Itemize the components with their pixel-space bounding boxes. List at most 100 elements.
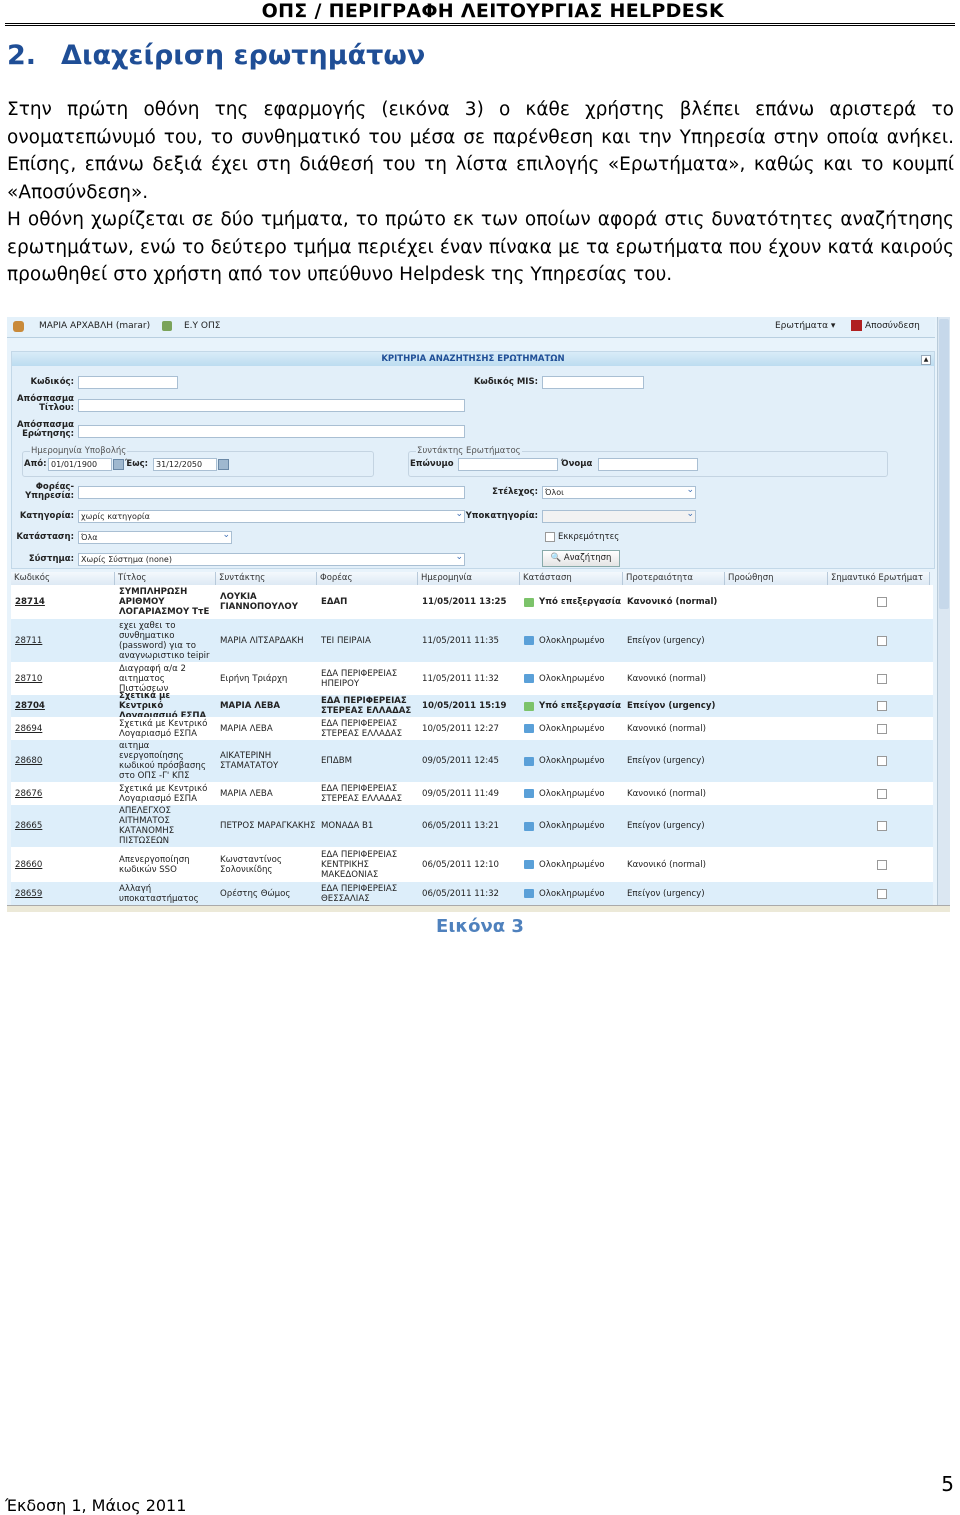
column-header[interactable]: Προτεραιότητα bbox=[623, 572, 725, 585]
title-text: ΣΥΜΠΛΗΡΩΣΗ ΑΡΙΘΜΟΥ ΛΟΓΑΡΙΑΣΜΟΥ ΤτΕ bbox=[119, 587, 210, 617]
category-select[interactable]: χωρίς κατηγορία bbox=[78, 509, 465, 523]
important-checkbox[interactable] bbox=[877, 821, 887, 831]
priority-text: Επείγον (urgency) bbox=[627, 756, 705, 766]
table-row[interactable]: 28659 Αλλαγή υποκαταστήματος Ορέστης Θώμος… bbox=[11, 882, 933, 905]
important-checkbox[interactable] bbox=[877, 756, 887, 766]
cell-status: Ολοκληρωμένο bbox=[524, 717, 622, 740]
from-date-input[interactable]: 01/01/1900 bbox=[48, 458, 112, 471]
code-text[interactable]: 28665 bbox=[15, 821, 42, 831]
author-text: ΜΑΡΙΑ ΛΕΒΑ bbox=[220, 723, 273, 734]
column-header[interactable]: Κωδικός bbox=[11, 572, 115, 585]
column-header[interactable]: Φορέας bbox=[317, 572, 418, 585]
surname-input[interactable] bbox=[458, 458, 558, 471]
code-text[interactable]: 28680 bbox=[15, 756, 42, 766]
cell-code[interactable]: 28659 bbox=[15, 882, 114, 905]
code-text[interactable]: 28660 bbox=[15, 860, 42, 870]
cell-status: Ολοκληρωμένο bbox=[524, 847, 622, 882]
cell-code[interactable]: 28665 bbox=[15, 805, 114, 847]
column-header[interactable]: Σημαντικό Ερωτήματ bbox=[828, 572, 930, 585]
cell-code[interactable]: 28660 bbox=[15, 847, 114, 882]
cell-priority: Επείγον (urgency) bbox=[627, 740, 724, 782]
agency-input[interactable] bbox=[78, 486, 465, 499]
important-checkbox[interactable] bbox=[877, 635, 887, 646]
cell-important bbox=[877, 805, 887, 847]
user-service: Ε.Υ ΟΠΣ bbox=[184, 321, 221, 331]
column-header[interactable]: Κατάσταση bbox=[520, 572, 623, 585]
search-button[interactable]: 🔍 Αναζήτηση bbox=[542, 550, 620, 567]
cell-status: Ολοκληρωμένο bbox=[524, 740, 622, 782]
questions-menu[interactable]: Ερωτήματα ▾ bbox=[775, 321, 835, 331]
calendar-icon[interactable] bbox=[113, 459, 124, 470]
important-checkbox[interactable] bbox=[877, 597, 887, 607]
system-select[interactable]: Χωρίς Σύστημα (none) bbox=[78, 552, 465, 566]
status-flag-icon bbox=[524, 701, 534, 711]
table-row[interactable]: 28665 ΑΠΕΛΕΓΧΟΣ ΑΙΤΗΜΑΤΟΣ ΚΑΤΑΝΟΜΗΣ ΠΙΣΤΩ… bbox=[11, 805, 933, 847]
important-checkbox[interactable] bbox=[877, 859, 887, 870]
cell-code[interactable]: 28711 bbox=[15, 619, 114, 662]
column-header[interactable]: Ημερομηνία bbox=[418, 572, 520, 585]
table-row[interactable]: 28714 ΣΥΜΠΛΗΡΩΣΗ ΑΡΙΘΜΟΥ ΛΟΓΑΡΙΑΣΜΟΥ ΤτΕ Λ… bbox=[11, 585, 933, 619]
column-header[interactable]: Προώθηση bbox=[725, 572, 828, 585]
important-checkbox[interactable] bbox=[877, 788, 887, 799]
title-excerpt-input[interactable] bbox=[78, 399, 465, 412]
mis-input[interactable] bbox=[542, 376, 644, 389]
important-checkbox[interactable] bbox=[877, 673, 887, 684]
code-text[interactable]: 28676 bbox=[15, 789, 42, 799]
question-excerpt-label: Απόσπασμα Ερώτησης: bbox=[16, 420, 74, 439]
status-text: Ολοκληρωμένο bbox=[539, 788, 605, 799]
name-input[interactable] bbox=[598, 458, 698, 471]
scrollbar[interactable] bbox=[937, 317, 950, 907]
important-checkbox[interactable] bbox=[877, 888, 887, 899]
table-row[interactable]: 28660 Απενεργοποίηση κωδικών SSO Κωνσταντί… bbox=[11, 847, 933, 882]
cell-code[interactable]: 28694 bbox=[15, 717, 114, 740]
cell-author: ΠΕΤΡΟΣ ΜΑΡΑΓΚΑΚΗΣ bbox=[220, 805, 316, 847]
date-text: 06/05/2011 11:32 bbox=[422, 888, 500, 899]
author-text: ΜΑΡΙΑ ΛΕΒΑ bbox=[220, 701, 281, 711]
status-select[interactable]: Όλα bbox=[78, 530, 232, 544]
cell-status: Ολοκληρωμένο bbox=[524, 619, 622, 662]
logout-button[interactable]: Αποσύνδεση bbox=[865, 321, 920, 331]
column-header[interactable]: Συντάκτης bbox=[216, 572, 317, 585]
cell-priority: Κανονικό (normal) bbox=[627, 662, 724, 695]
table-row[interactable]: 28680 αιτημα ενεργοποίησης κωδικού πρόσβα… bbox=[11, 740, 933, 782]
status-flag-icon bbox=[524, 636, 534, 645]
cell-code[interactable]: 28714 bbox=[15, 585, 114, 619]
code-text[interactable]: 28711 bbox=[15, 636, 42, 646]
calendar-icon[interactable] bbox=[218, 459, 229, 470]
mis-label: Κωδικός MIS: bbox=[473, 377, 538, 387]
column-header[interactable]: Τίτλος bbox=[115, 572, 216, 585]
table-row[interactable]: 28676 Σχετικά με Κεντρικό Λογαριασμό ΕΣΠΑ… bbox=[11, 782, 933, 805]
status-flag-icon bbox=[524, 860, 534, 869]
cell-priority: Κανονικό (normal) bbox=[627, 782, 724, 805]
code-text[interactable]: 28704 bbox=[15, 701, 45, 711]
pending-checkbox[interactable] bbox=[545, 532, 555, 542]
code-text[interactable]: 28694 bbox=[15, 724, 42, 734]
table-row[interactable]: 28694 Σχετικά με Κεντρικό Λογαριασμό ΕΣΠΑ… bbox=[11, 717, 933, 740]
important-checkbox[interactable] bbox=[877, 723, 887, 734]
code-text[interactable]: 28710 bbox=[15, 674, 42, 684]
staff-select[interactable]: Όλοι bbox=[542, 485, 696, 499]
cell-date: 06/05/2011 12:10 bbox=[422, 847, 519, 882]
to-date-input[interactable]: 31/12/2050 bbox=[153, 458, 217, 471]
cell-code[interactable]: 28680 bbox=[15, 740, 114, 782]
code-text[interactable]: 28714 bbox=[15, 597, 45, 607]
page-number: 5 bbox=[941, 1472, 954, 1496]
cell-code[interactable]: 28676 bbox=[15, 782, 114, 805]
subcategory-select[interactable] bbox=[542, 509, 696, 523]
running-header: ΟΠΣ / ΠΕΡΙΓΡΑΦΗ ΛΕΙΤΟΥΡΓΙΑΣ HELPDESK bbox=[261, 0, 724, 22]
author-legend: Συντάκτης Ερωτήματος bbox=[416, 446, 522, 456]
table-row[interactable]: 28711 εχει χαθει το συνθηματικο (password… bbox=[11, 619, 933, 662]
cell-code[interactable]: 28704 bbox=[15, 695, 114, 717]
code-text[interactable]: 28659 bbox=[15, 889, 42, 899]
cell-code[interactable]: 28710 bbox=[15, 662, 114, 695]
cell-important bbox=[877, 882, 887, 905]
priority-text: Κανονικό (normal) bbox=[627, 723, 706, 734]
collapse-icon[interactable]: ▲ bbox=[921, 355, 931, 365]
question-excerpt-input[interactable] bbox=[78, 425, 465, 438]
user-icon bbox=[13, 321, 24, 332]
important-checkbox[interactable] bbox=[877, 701, 887, 711]
table-row[interactable]: 28704 Σχετικά με Κεντρικό Λογαριασμό ΕΣΠΑ… bbox=[11, 691, 933, 721]
code-input[interactable] bbox=[78, 376, 178, 389]
status-flag-icon bbox=[524, 789, 534, 798]
cell-title: ΣΥΜΠΛΗΡΩΣΗ ΑΡΙΘΜΟΥ ΛΟΓΑΡΙΑΣΜΟΥ ΤτΕ bbox=[119, 585, 215, 619]
